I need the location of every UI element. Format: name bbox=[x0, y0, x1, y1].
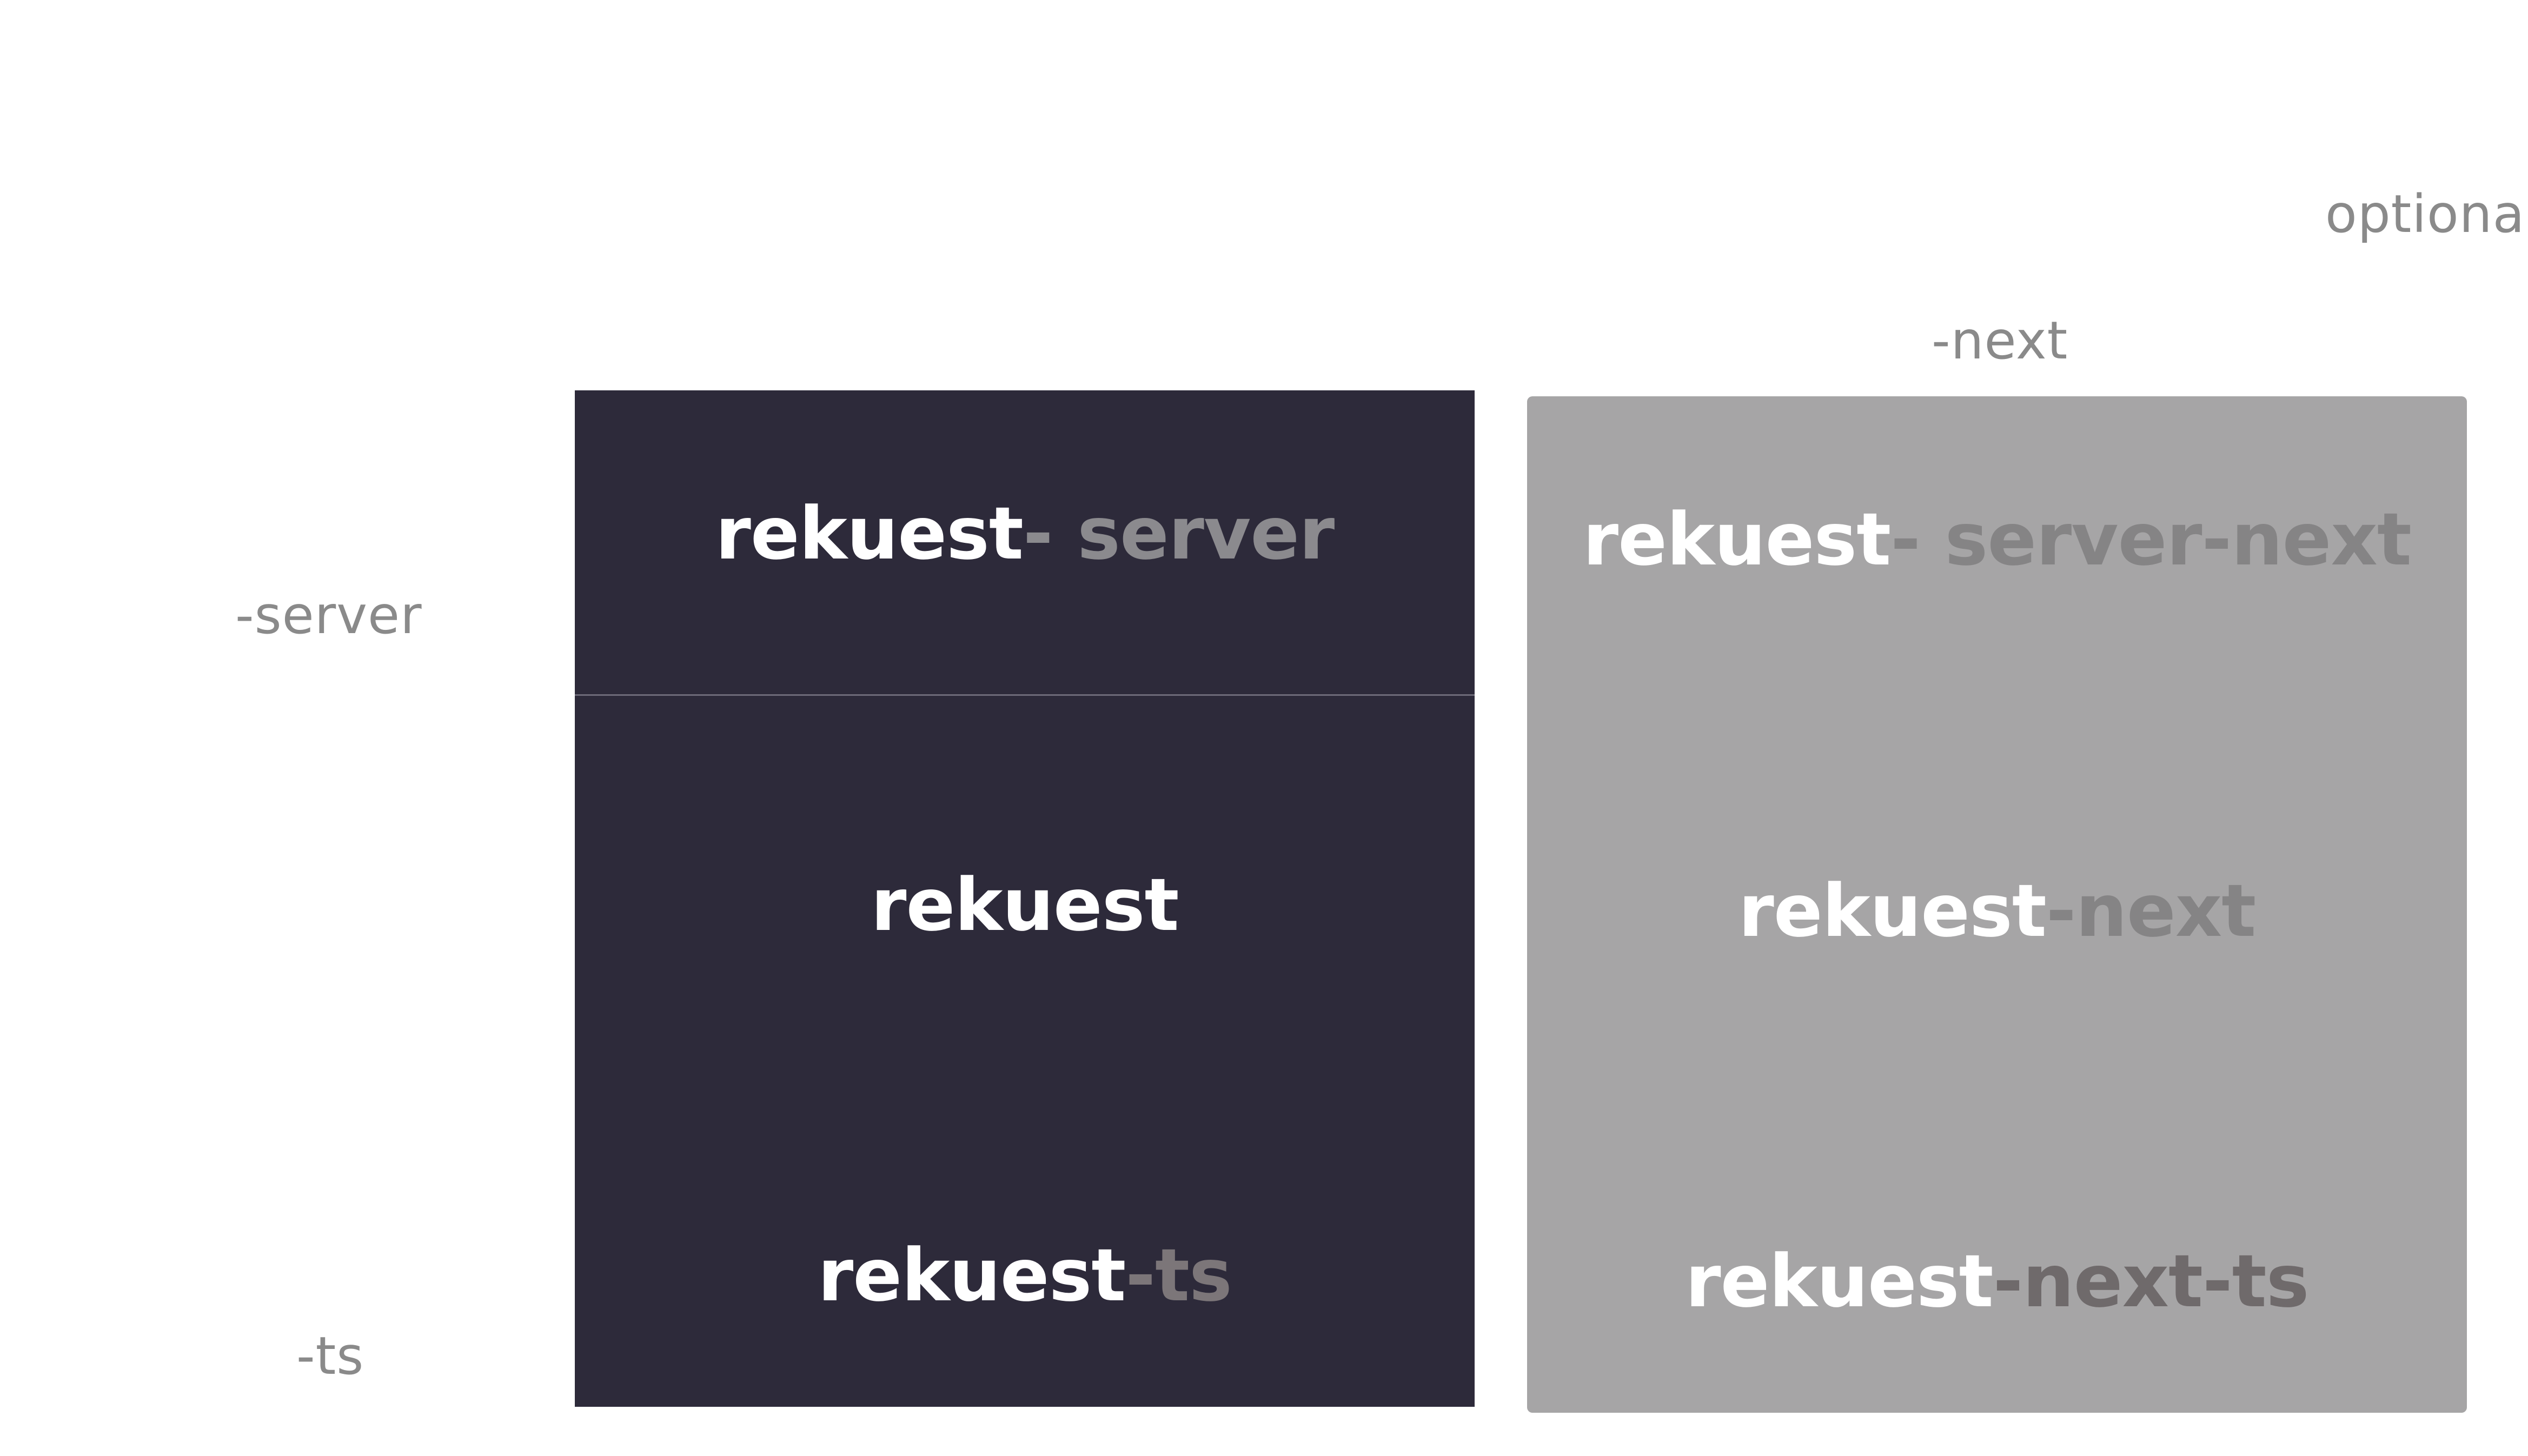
package-base-name: rekuest bbox=[1738, 869, 2047, 953]
package-rekuest: rekuest bbox=[575, 869, 1475, 941]
package-rekuest-server: rekuest- server bbox=[575, 497, 1475, 570]
package-rekuest-server-next: rekuest- server-next bbox=[1527, 503, 2467, 576]
next-packages-panel: rekuest- server-next rekuest-next rekues… bbox=[1527, 396, 2467, 1413]
package-suffix: - server bbox=[1023, 491, 1335, 576]
server-divider bbox=[575, 694, 1475, 696]
optional-label: optional bbox=[2325, 184, 2528, 244]
package-base-name: rekuest bbox=[1583, 497, 1891, 582]
package-base-name: rekuest bbox=[818, 1233, 1126, 1318]
package-suffix: - server-next bbox=[1890, 497, 2412, 582]
package-rekuest-next-ts: rekuest-next-ts bbox=[1527, 1245, 2467, 1318]
package-suffix: -ts bbox=[1125, 1233, 1232, 1318]
ts-axis-label: -ts bbox=[296, 1326, 364, 1386]
package-suffix: -next-ts bbox=[1993, 1239, 2310, 1324]
package-base-name: rekuest bbox=[871, 863, 1179, 947]
core-packages-panel: rekuest- server rekuest rekuest-ts bbox=[575, 390, 1475, 1407]
package-rekuest-ts: rekuest-ts bbox=[575, 1239, 1475, 1312]
server-axis-label: -server bbox=[235, 585, 422, 646]
next-axis-label: -next bbox=[1932, 310, 2068, 371]
package-rekuest-next: rekuest-next bbox=[1527, 875, 2467, 947]
package-base-name: rekuest bbox=[1685, 1239, 1994, 1324]
package-base-name: rekuest bbox=[715, 491, 1024, 576]
package-suffix: -next bbox=[2046, 869, 2256, 953]
